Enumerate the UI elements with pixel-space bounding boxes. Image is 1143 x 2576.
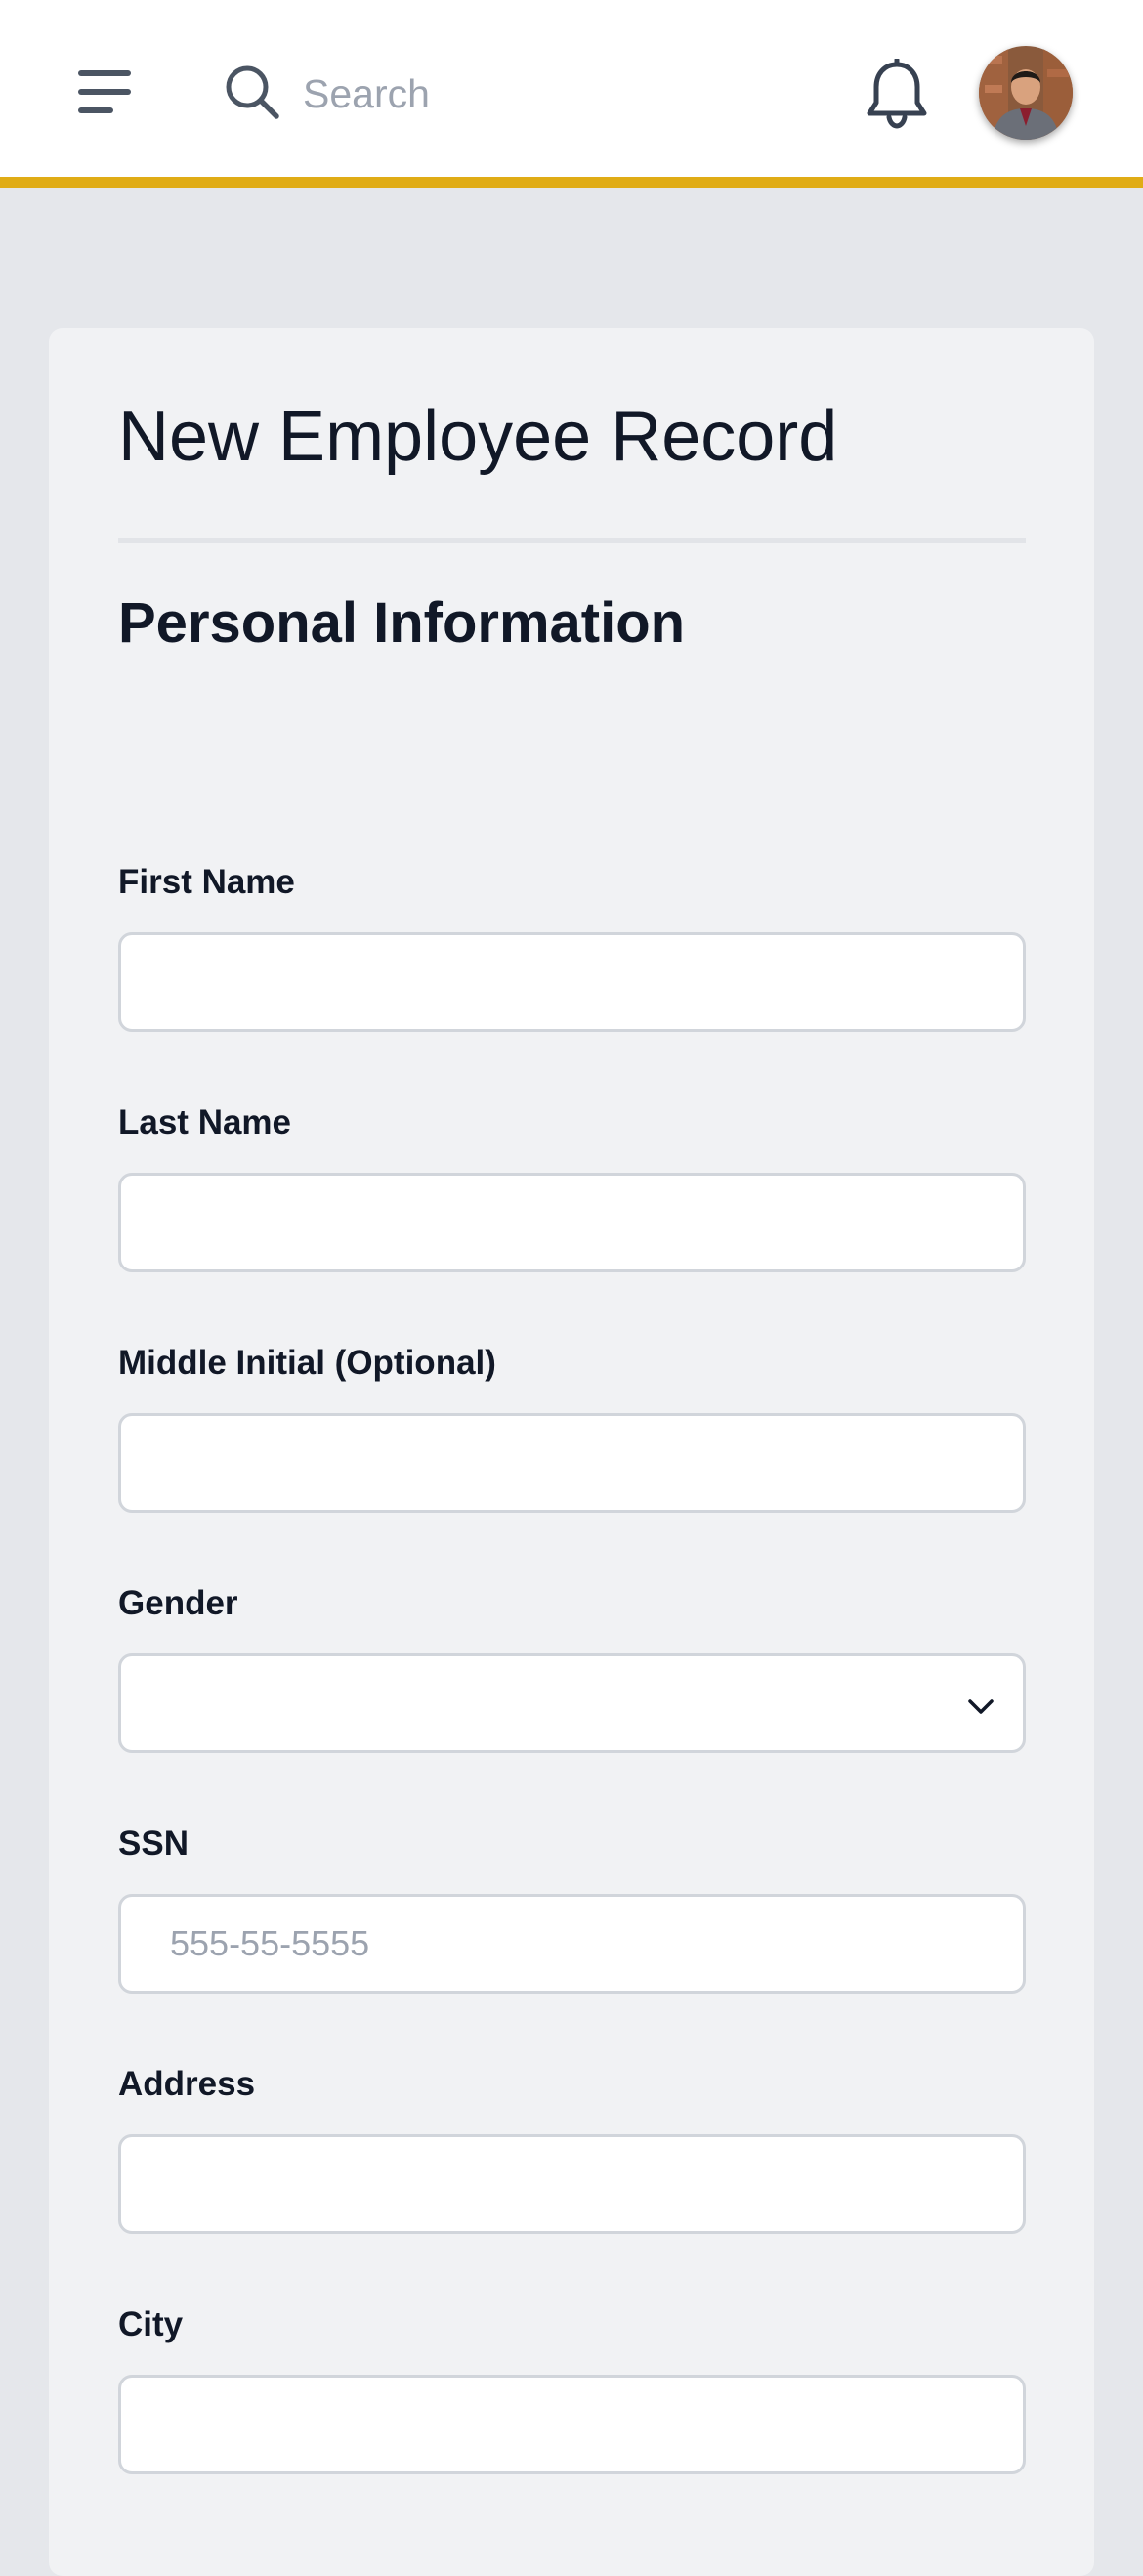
chevron-down-icon — [968, 1699, 994, 1714]
search-icon — [226, 65, 279, 119]
address-field[interactable] — [118, 2134, 1026, 2234]
employee-form-card: New Employee Record Personal Information… — [49, 328, 1094, 2576]
page-title: New Employee Record — [118, 398, 838, 476]
first-name-label: First Name — [118, 863, 295, 901]
last-name-field[interactable] — [118, 1173, 1026, 1272]
ssn-label: SSN — [118, 1825, 189, 1863]
title-divider — [118, 538, 1026, 543]
city-field[interactable] — [118, 2375, 1026, 2474]
last-name-label: Last Name — [118, 1103, 292, 1141]
bell-icon[interactable] — [864, 59, 930, 129]
gender-label: Gender — [118, 1584, 238, 1622]
section-title: Personal Information — [118, 591, 686, 655]
avatar[interactable] — [979, 46, 1073, 140]
ssn-field[interactable] — [118, 1894, 1026, 1994]
search-bar — [223, 57, 711, 131]
address-label: Address — [118, 2065, 256, 2103]
middle-initial-label: Middle Initial (Optional) — [118, 1344, 496, 1382]
city-label: City — [118, 2305, 184, 2343]
top-app-bar — [0, 0, 1143, 188]
first-name-field[interactable] — [118, 932, 1026, 1032]
middle-initial-field[interactable] — [118, 1413, 1026, 1513]
avatar-photo — [979, 46, 1073, 140]
hamburger-menu-icon[interactable] — [76, 66, 135, 117]
search-input[interactable] — [303, 64, 694, 123]
gender-select[interactable] — [118, 1653, 1026, 1753]
